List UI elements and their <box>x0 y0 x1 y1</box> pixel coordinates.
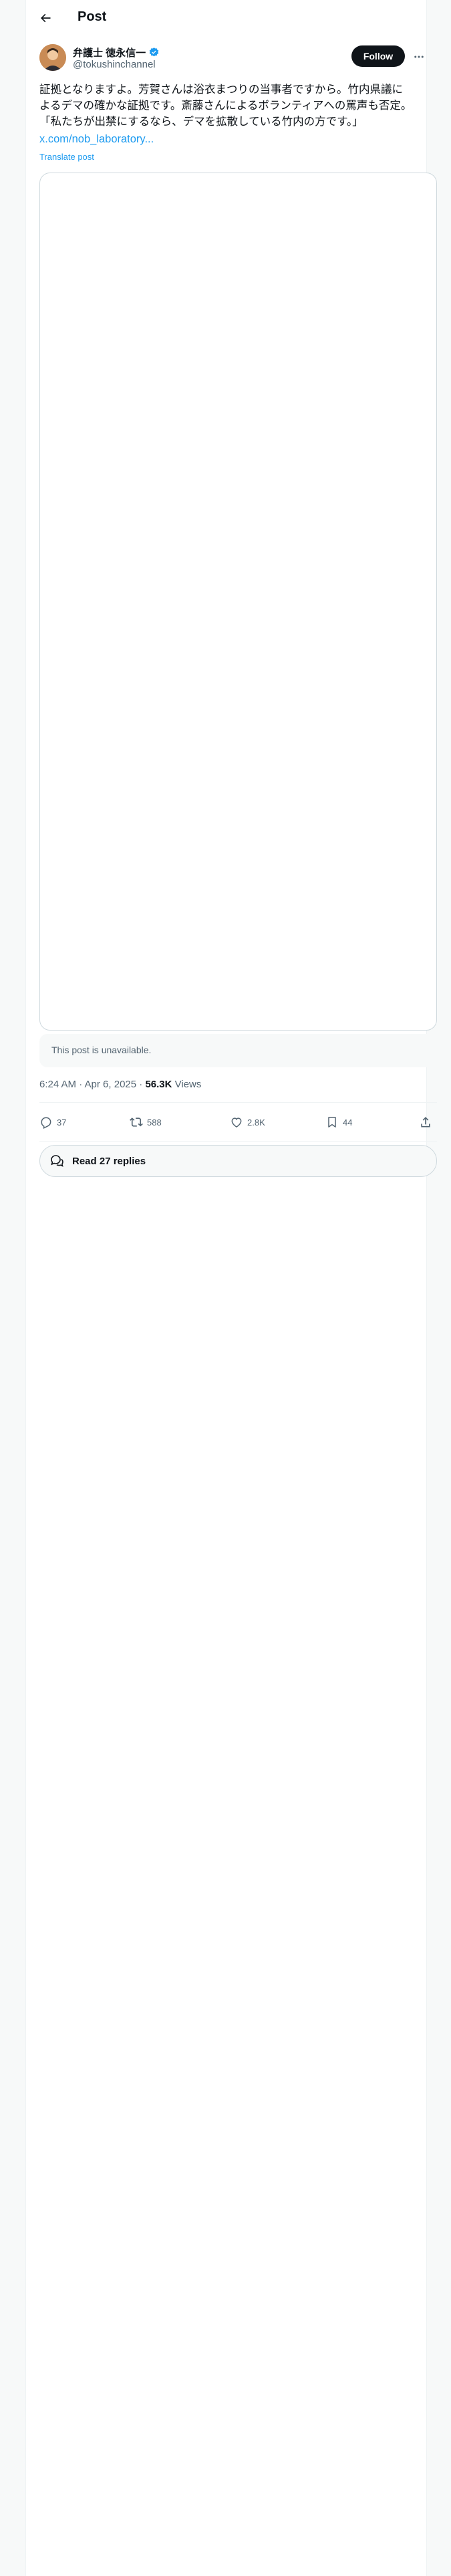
follow-button[interactable]: Follow <box>351 45 405 67</box>
chat-bubbles-icon <box>51 1155 63 1167</box>
post-link[interactable]: x.com/nob_laboratory... <box>39 133 154 146</box>
read-replies-label: Read 27 replies <box>72 1155 146 1167</box>
bookmark-icon <box>328 1117 336 1128</box>
author-handle[interactable]: @tokushinchannel <box>73 59 156 70</box>
name-row: 弁護士 徳永信一 <box>73 45 160 60</box>
header: Post <box>26 0 426 35</box>
read-replies-button[interactable]: Read 27 replies <box>39 1145 437 1177</box>
heart-icon <box>231 1117 242 1128</box>
verified-badge-icon <box>149 47 159 57</box>
views-label: Views <box>172 1079 202 1090</box>
views-count: 56.3K <box>145 1079 172 1090</box>
media-frame <box>39 173 437 1031</box>
main-column: Post 弁護士 徳永信一 @tokushinchannel Follow 証拠… <box>25 0 437 2576</box>
more-button[interactable] <box>412 49 426 64</box>
reply-count: 37 <box>57 1117 67 1128</box>
bookmark-button[interactable]: 44 <box>325 1115 352 1129</box>
like-count: 2.8K <box>247 1117 265 1128</box>
avatar[interactable] <box>39 44 66 71</box>
action-bar: 37 588 2.8K 44 <box>39 1111 437 1138</box>
page-title: Post <box>78 9 107 24</box>
author-name[interactable]: 弁護士 徳永信一 <box>73 45 146 60</box>
divider <box>39 1102 437 1103</box>
more-icon <box>414 56 424 58</box>
translate-post-link[interactable]: Translate post <box>39 152 94 162</box>
back-button[interactable] <box>35 8 55 28</box>
like-button[interactable]: 2.8K <box>230 1115 265 1129</box>
bookmark-count: 44 <box>343 1117 353 1128</box>
share-icon <box>421 1117 430 1128</box>
author-row: 弁護士 徳永信一 @tokushinchannel Follow <box>39 44 424 75</box>
post-timestamp[interactable]: 6:24 AM · Apr 6, 2025 · <box>39 1079 145 1090</box>
repost-count: 588 <box>147 1117 162 1128</box>
share-button[interactable] <box>419 1115 432 1129</box>
unavailable-notice: This post is unavailable. <box>39 1034 437 1067</box>
divider <box>39 1141 437 1142</box>
repost-button[interactable]: 588 <box>130 1115 162 1129</box>
reply-icon <box>41 1117 51 1129</box>
reply-button[interactable]: 37 <box>39 1115 66 1129</box>
repost-icon <box>130 1117 143 1127</box>
post-text: 証拠となりますよ。芳賀さんは浴衣まつりの当事者ですから。竹内県議によるデマの確か… <box>39 84 412 128</box>
post-meta: 6:24 AM · Apr 6, 2025 · 56.3K Views <box>39 1079 201 1090</box>
arrow-left-icon <box>41 13 51 23</box>
